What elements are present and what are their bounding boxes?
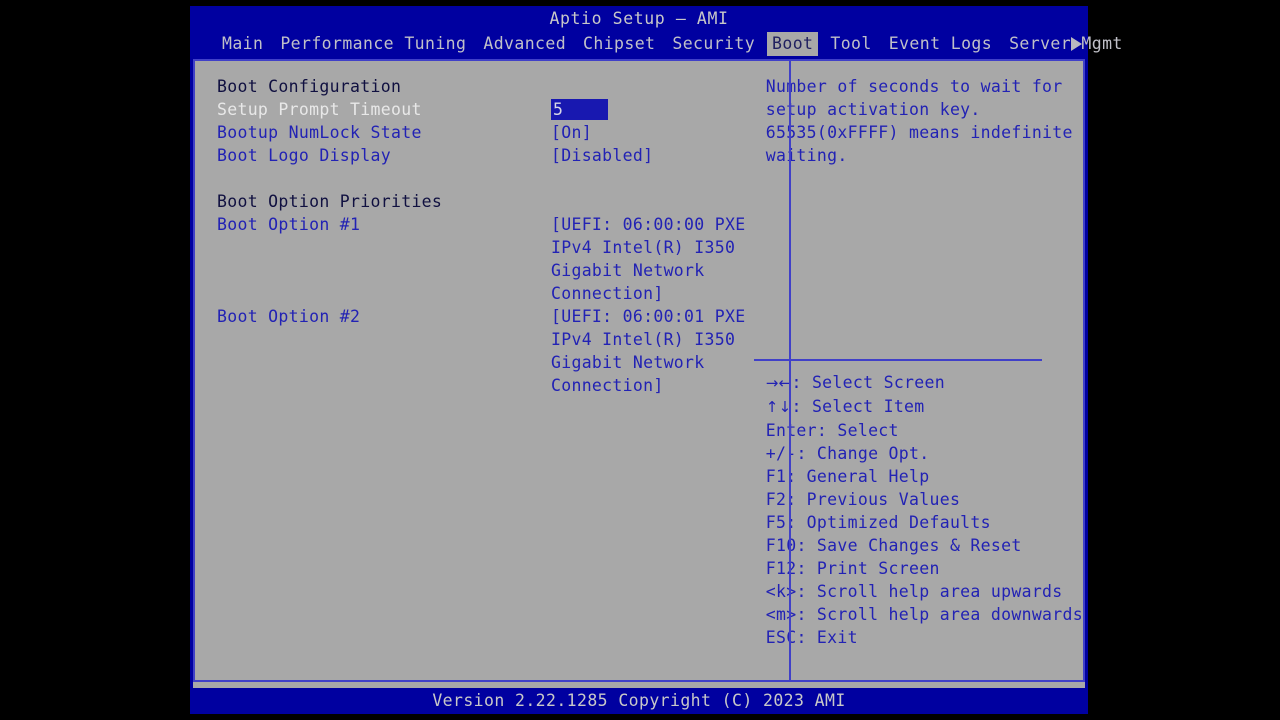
- legend-item-change-opt: +/-: Change Opt.: [766, 442, 1083, 465]
- menu-bar: Main Performance Tuning Advanced Chipset…: [190, 31, 1122, 56]
- legend-key: <k>: [765, 582, 797, 601]
- legend-item-exit: ESC: Exit: [766, 626, 1083, 649]
- legend-label: : Optimized Defaults: [786, 513, 991, 532]
- legend-item-select-screen: →←: Select Screen: [766, 371, 1083, 395]
- tab-tool[interactable]: Tool: [825, 32, 876, 56]
- version-footer: Version 2.22.1285 Copyright (C) 2023 AMI: [190, 688, 1088, 714]
- arrow-up-down-icon: ↑↓: [765, 398, 792, 416]
- setting-row-setup-prompt-timeout[interactable]: Setup Prompt Timeout 5: [217, 98, 748, 121]
- legend-key: F1: [765, 467, 787, 486]
- legend-label: : Exit: [796, 628, 858, 647]
- setting-label: Boot Logo Display: [217, 146, 391, 165]
- legend-label: : Select: [816, 421, 899, 440]
- tab-performance-tuning[interactable]: Performance Tuning: [275, 32, 471, 56]
- key-legend: →←: Select Screen ↑↓: Select Item Enter:…: [766, 361, 1083, 649]
- legend-key: <m>: [765, 605, 797, 624]
- legend-label: : Previous Values: [786, 490, 961, 509]
- legend-label: : General Help: [786, 467, 930, 486]
- legend-item-print-screen: F12: Print Screen: [766, 557, 1083, 580]
- legend-label: : Select Item: [791, 397, 925, 416]
- settings-panel: Boot Configuration Setup Prompt Timeout …: [195, 61, 748, 680]
- setting-label: Setup Prompt Timeout: [217, 100, 422, 119]
- legend-key: F12: [765, 559, 797, 578]
- tab-advanced[interactable]: Advanced: [478, 32, 571, 56]
- setting-value[interactable]: [UEFI: 06:00:00 PXE IPv4 Intel(R) I350 G…: [551, 213, 745, 305]
- tab-chipset[interactable]: Chipset: [578, 32, 660, 56]
- legend-key: ESC: [765, 628, 797, 647]
- legend-item-enter-select: Enter: Select: [766, 419, 1083, 442]
- help-line: 65535(0xFFFF) means indefinite: [765, 123, 1073, 142]
- setting-row-boot-option-2[interactable]: Boot Option #2 [UEFI: 06:00:01 PXE IPv4 …: [217, 305, 748, 397]
- legend-key: F5: [765, 513, 787, 532]
- help-panel: Number of seconds to wait for setup acti…: [748, 61, 1083, 680]
- setting-value[interactable]: [Disabled]: [551, 144, 653, 167]
- help-line: setup activation key.: [765, 100, 981, 119]
- legend-item-save-changes-reset: F10: Save Changes & Reset: [766, 534, 1083, 557]
- setting-label: Boot Option #1: [217, 215, 361, 234]
- tab-main[interactable]: Main: [217, 32, 268, 56]
- legend-label: : Change Opt.: [796, 444, 930, 463]
- tab-event-logs[interactable]: Event Logs: [884, 32, 997, 56]
- legend-label: : Scroll help area downwards: [796, 605, 1083, 624]
- section-header-boot-option-priorities: Boot Option Priorities: [217, 190, 748, 213]
- tab-boot[interactable]: Boot: [767, 31, 819, 56]
- setting-row-boot-option-1[interactable]: Boot Option #1 [UEFI: 06:00:00 PXE IPv4 …: [217, 213, 748, 305]
- setting-label: Boot Option #2: [217, 307, 361, 326]
- bios-window: Aptio Setup – AMI Main Performance Tunin…: [190, 6, 1122, 714]
- setting-value[interactable]: [UEFI: 06:00:01 PXE IPv4 Intel(R) I350 G…: [551, 305, 745, 397]
- bios-screen: Aptio Setup – AMI Main Performance Tunin…: [0, 0, 1280, 720]
- tab-server-mgmt[interactable]: Server Mgmt: [1004, 32, 1128, 56]
- help-line: Number of seconds to wait for: [765, 77, 1063, 96]
- setting-label: Bootup NumLock State: [217, 123, 422, 142]
- section-header-boot-configuration: Boot Configuration: [217, 75, 748, 98]
- setting-row-boot-logo-display[interactable]: Boot Logo Display [Disabled]: [217, 144, 748, 167]
- legend-key: +/-: [765, 444, 797, 463]
- legend-key: F2: [765, 490, 787, 509]
- help-line: waiting.: [765, 146, 848, 165]
- legend-item-optimized-defaults: F5: Optimized Defaults: [766, 511, 1083, 534]
- row-spacer: [217, 167, 748, 190]
- chevron-right-icon[interactable]: [1071, 36, 1082, 51]
- page-title: Aptio Setup – AMI: [190, 6, 1088, 31]
- legend-item-general-help: F1: General Help: [766, 465, 1083, 488]
- legend-item-scroll-help-up: <k>: Scroll help area upwards: [766, 580, 1083, 603]
- legend-label: : Select Screen: [791, 373, 945, 392]
- legend-item-select-item: ↑↓: Select Item: [766, 395, 1083, 419]
- section-title: Boot Option Priorities: [217, 192, 443, 211]
- setting-value-input[interactable]: 5: [551, 99, 608, 120]
- legend-label: : Print Screen: [796, 559, 940, 578]
- setting-row-bootup-numlock-state[interactable]: Bootup NumLock State [On]: [217, 121, 748, 144]
- arrow-left-right-icon: →←: [765, 374, 792, 392]
- help-description: Number of seconds to wait for setup acti…: [766, 75, 1083, 359]
- legend-key: Enter: [765, 421, 817, 440]
- legend-label: : Save Changes & Reset: [796, 536, 1022, 555]
- legend-item-previous-values: F2: Previous Values: [766, 488, 1083, 511]
- section-title: Boot Configuration: [217, 77, 402, 96]
- legend-key: F10: [765, 536, 797, 555]
- content-frame: Boot Configuration Setup Prompt Timeout …: [193, 59, 1085, 682]
- tab-security[interactable]: Security: [667, 32, 760, 56]
- panel-divider: [789, 61, 791, 680]
- legend-item-scroll-help-down: <m>: Scroll help area downwards: [766, 603, 1083, 626]
- legend-label: : Scroll help area upwards: [796, 582, 1063, 601]
- setting-value[interactable]: [On]: [551, 121, 592, 144]
